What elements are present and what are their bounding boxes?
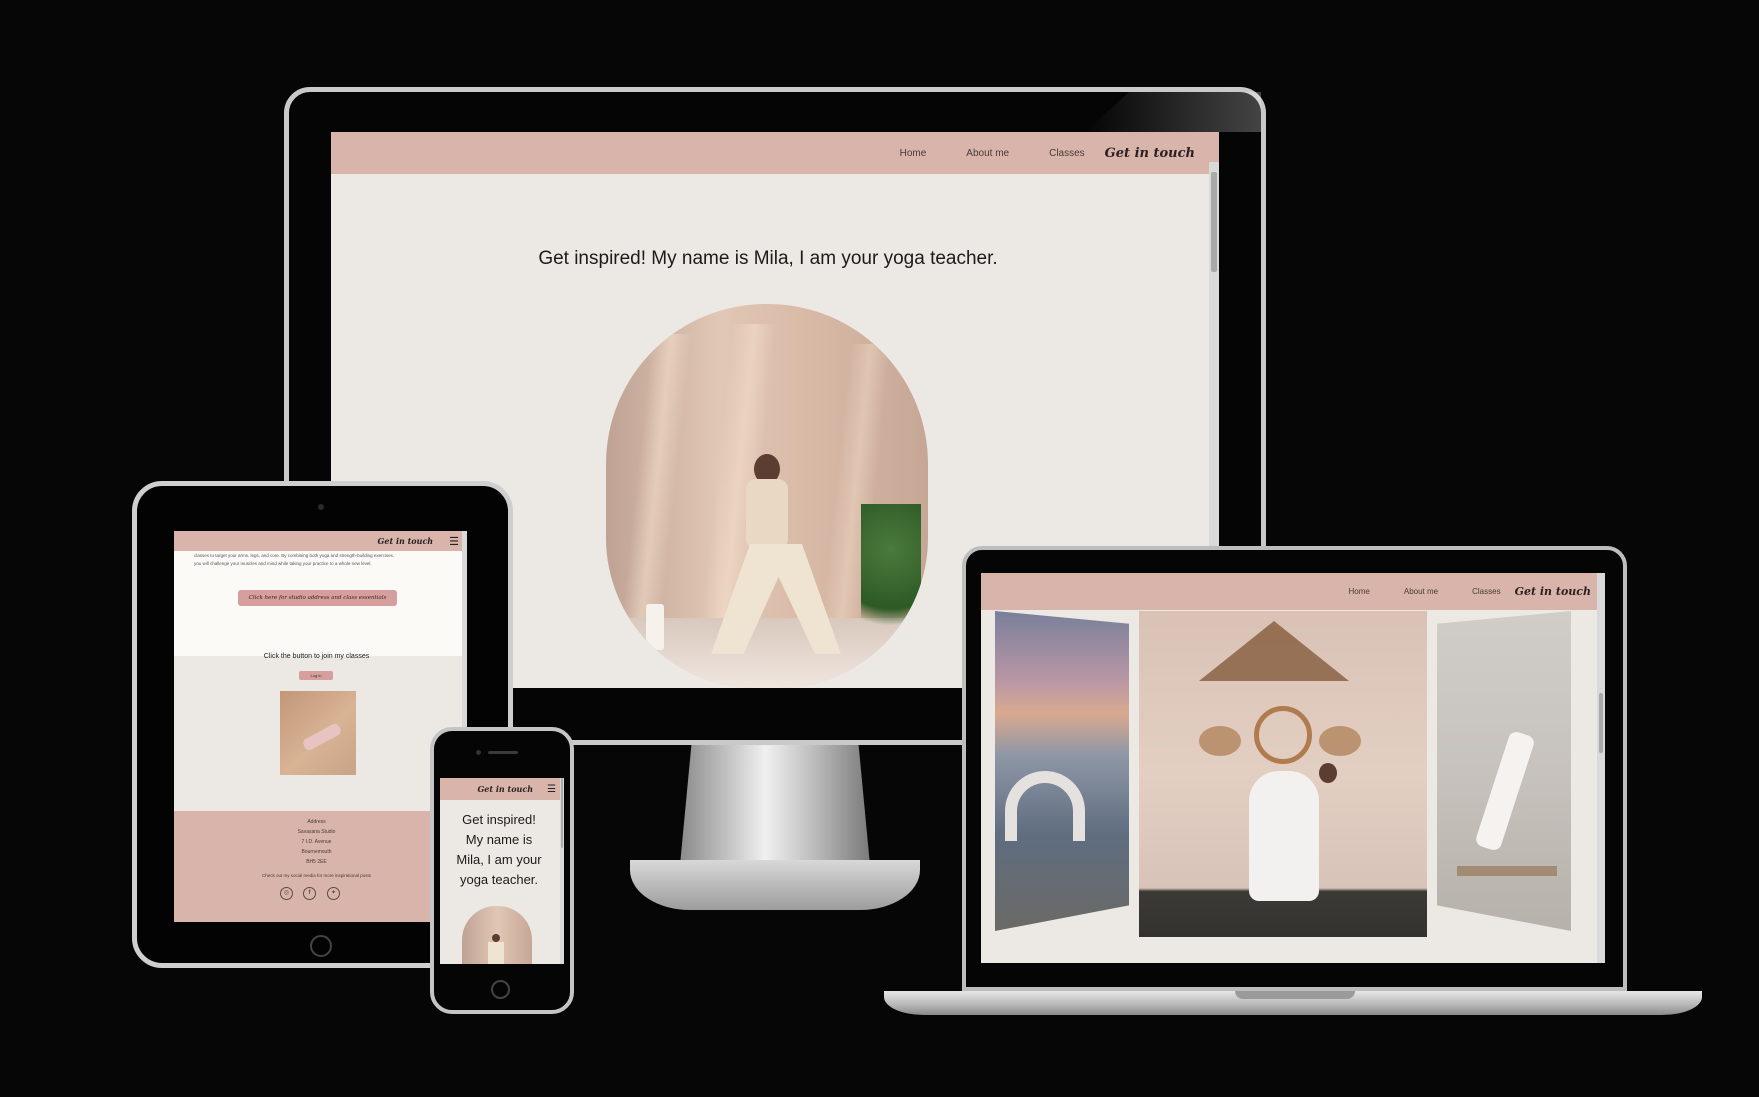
monitor-base xyxy=(630,860,920,910)
about-text-line-2: you will challenge your muscles and mind… xyxy=(194,561,372,566)
nav-classes-link[interactable]: Classes xyxy=(1049,148,1085,159)
phone-screen: Get in touch ☰ Get inspired! My name is … xyxy=(440,778,564,964)
carousel-center-photo[interactable] xyxy=(1139,611,1427,937)
tablet-nav-get-in-touch[interactable]: Get in touch xyxy=(378,536,434,546)
phone-hero-headline: Get inspired! My name is Mila, I am your… xyxy=(440,810,558,890)
facebook-icon[interactable]: f xyxy=(303,887,316,900)
studio-address-button[interactable]: Click here for studio address and class … xyxy=(238,590,397,606)
about-text-line-1: classes to target your arms, legs, and c… xyxy=(194,553,395,558)
nav-get-in-touch-link[interactable]: Get in touch xyxy=(1105,146,1195,161)
monitor-stand xyxy=(680,745,870,865)
phone-camera xyxy=(476,750,481,755)
footer-address-line: Savasana Studio xyxy=(297,829,336,835)
hero-yoga-photo xyxy=(606,304,928,688)
laptop-nav-get-in-touch[interactable]: Get in touch xyxy=(1515,585,1591,598)
laptop-nav-about[interactable]: About me xyxy=(1404,587,1438,596)
laptop-trackpad-notch xyxy=(1235,991,1355,999)
laptop-navbar: Home About me Classes Get in touch xyxy=(981,573,1605,610)
nav-home-link[interactable]: Home xyxy=(900,148,927,159)
desktop-navbar: Home About me Classes Get in touch xyxy=(331,132,1219,174)
phone-headline-line: Get inspired! xyxy=(462,812,536,827)
laptop-nav-classes[interactable]: Classes xyxy=(1472,587,1500,596)
hero-headline: Get inspired! My name is Mila, I am your… xyxy=(538,248,998,269)
instagram-icon[interactable]: ◎ xyxy=(280,887,293,900)
hamburger-icon[interactable]: ☰ xyxy=(449,535,459,548)
join-text: Click the button to join my classes xyxy=(263,653,370,660)
footer-address-line: Bournemouth xyxy=(301,849,332,855)
laptop-scrollbar[interactable] xyxy=(1597,573,1605,963)
login-button[interactable]: Log in xyxy=(299,671,333,680)
tablet-about-section: classes to target your arms, legs, and c… xyxy=(174,551,467,656)
phone-speaker xyxy=(488,751,518,754)
tablet-footer: Address Savasana Studio 7 I.D. Avenue Bo… xyxy=(174,811,467,922)
footer-social-text: Check out my social media for more inspi… xyxy=(261,873,372,878)
phone-headline-line: My name is xyxy=(465,832,533,847)
phone-nav-get-in-touch[interactable]: Get in touch xyxy=(477,784,533,794)
phone-headline-line: yoga teacher. xyxy=(459,872,539,887)
phone-home-button[interactable] xyxy=(491,980,510,999)
tablet-camera xyxy=(318,504,324,510)
tablet-yoga-photo xyxy=(280,691,356,775)
laptop-nav-home[interactable]: Home xyxy=(1349,587,1370,596)
tablet-navbar: Get in touch ☰ xyxy=(174,531,467,551)
tablet-home-button[interactable] xyxy=(310,935,332,957)
carousel-right-photo[interactable] xyxy=(1437,611,1571,931)
nav-about-link[interactable]: About me xyxy=(966,148,1009,159)
tablet-screen: Get in touch ☰ classes to target your ar… xyxy=(174,531,467,922)
footer-address-line: BH5 2EE xyxy=(306,859,327,865)
twitter-icon[interactable]: ✦ xyxy=(327,887,340,900)
carousel-left-photo[interactable] xyxy=(995,611,1129,931)
phone-headline-line: Mila, I am your xyxy=(456,852,542,867)
phone-scrollbar[interactable] xyxy=(560,778,564,964)
phone-hamburger-icon[interactable]: ☰ xyxy=(547,784,556,795)
footer-address-line: 7 I.D. Avenue xyxy=(301,839,332,845)
phone-hero-photo xyxy=(462,906,532,964)
footer-address-heading: Address xyxy=(307,819,326,825)
laptop-screen: Home About me Classes Get in touch xyxy=(981,573,1605,963)
phone-navbar: Get in touch ☰ xyxy=(440,778,564,800)
